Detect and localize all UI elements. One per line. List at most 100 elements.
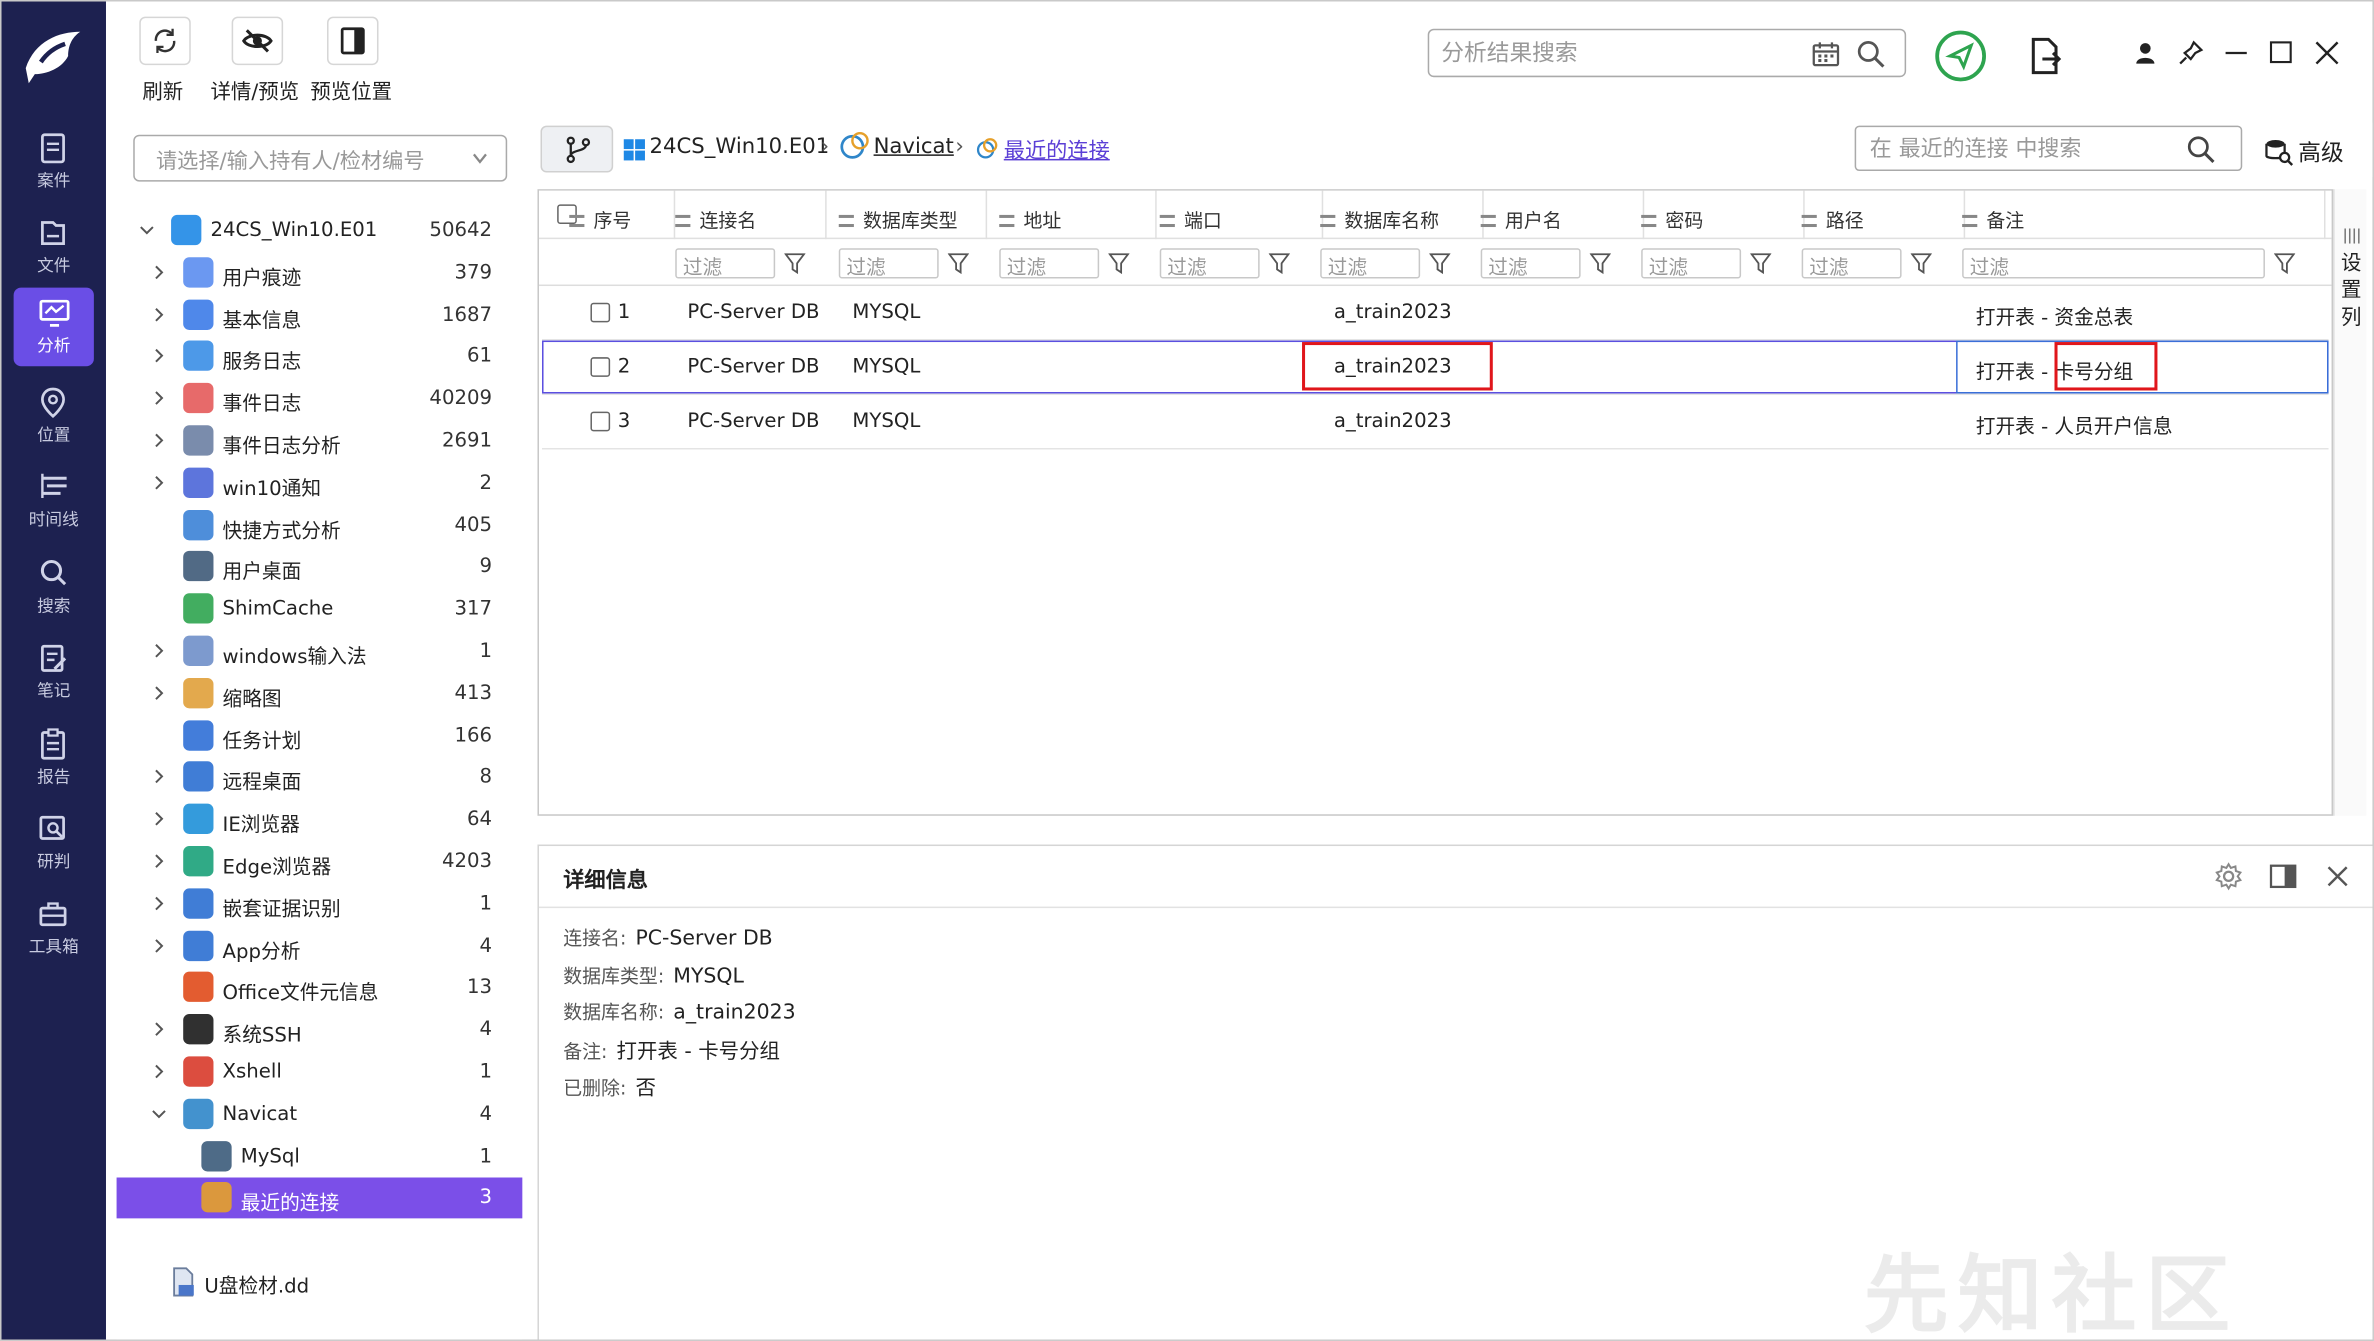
tree-item[interactable]: 用户桌面 9 [117, 547, 523, 588]
tree-item[interactable]: 服务日志 61 [117, 337, 523, 378]
nav-case[interactable]: 案件 [14, 123, 94, 202]
tree-item[interactable]: windows输入法 1 [117, 631, 523, 672]
breadcrumb-item-evidence[interactable]: 24CS_Win10.E01 [650, 135, 830, 159]
table-row[interactable]: 3 PC-Server DB MYSQL a_train2023 打开表 - 人员开户信… [542, 395, 2329, 450]
filter-icon[interactable] [1429, 251, 1451, 275]
user-icon[interactable] [2130, 38, 2160, 68]
chevron-right-icon[interactable] [150, 808, 168, 829]
column-filter[interactable]: 过滤 [999, 248, 1147, 280]
filter-input[interactable]: 过滤 [1320, 248, 1421, 280]
nav-toolbox[interactable]: 工具箱 [14, 888, 94, 967]
column-header[interactable]: 序号 [569, 190, 676, 240]
tree-item[interactable]: Office文件元信息 13 [117, 968, 523, 1009]
filter-input[interactable]: 过滤 [999, 248, 1100, 280]
column-filter[interactable]: 过滤 [838, 248, 987, 280]
branch-view-button[interactable] [540, 125, 614, 173]
filter-input[interactable]: 过滤 [1962, 248, 2265, 280]
preview-position-button[interactable]: 预览位置 [310, 16, 398, 105]
gear-icon[interactable] [2213, 861, 2243, 891]
nav-location[interactable]: 位置 [14, 377, 94, 456]
chevron-right-icon[interactable] [150, 766, 168, 787]
tree-item[interactable]: 远程桌面 8 [117, 757, 523, 798]
filter-icon[interactable] [784, 251, 806, 275]
filter-input[interactable]: 过滤 [675, 248, 776, 280]
chevron-right-icon[interactable] [150, 304, 168, 325]
filter-icon[interactable] [1750, 251, 1772, 275]
chevron-right-icon[interactable] [150, 388, 168, 409]
column-header[interactable]: 路径 [1801, 190, 1966, 240]
tree-item[interactable]: 快捷方式分析 405 [117, 505, 523, 546]
nav-search[interactable]: 搜索 [14, 548, 94, 627]
tree-item[interactable]: MySql 1 [117, 1136, 523, 1177]
nav-timeline[interactable]: 时间线 [14, 462, 94, 541]
filter-icon[interactable] [947, 251, 969, 275]
filter-input[interactable]: 过滤 [838, 248, 939, 280]
nav-research[interactable]: 研判 [14, 804, 94, 883]
tree-item[interactable]: Edge浏览器 4203 [117, 842, 523, 883]
tree-item[interactable]: App分析 4 [117, 926, 523, 967]
tree-item[interactable]: 事件日志分析 2691 [117, 421, 523, 462]
tree-item[interactable]: 用户痕迹 379 [117, 252, 523, 293]
column-header[interactable]: 密码 [1641, 190, 1805, 240]
tree-item[interactable]: ShimCache 317 [117, 589, 523, 630]
filter-icon[interactable] [1108, 251, 1130, 275]
tree-item[interactable]: 基本信息 1687 [117, 295, 523, 336]
column-header[interactable]: 用户名 [1480, 190, 1645, 240]
table-search-input[interactable] [1869, 134, 2173, 165]
pin-icon[interactable] [2176, 38, 2206, 68]
filter-input[interactable]: 过滤 [1159, 248, 1260, 280]
calendar-icon[interactable] [1811, 39, 1841, 69]
chevron-right-icon[interactable] [150, 1061, 168, 1082]
filter-input[interactable]: 过滤 [1801, 248, 1902, 280]
column-header[interactable]: 地址 [999, 190, 1157, 240]
nav-note[interactable]: 笔记 [14, 633, 94, 712]
chevron-right-icon[interactable] [150, 346, 168, 367]
chevron-down-icon[interactable] [150, 1103, 168, 1124]
search-icon[interactable] [1856, 39, 1886, 69]
nav-file[interactable]: 文件 [14, 207, 94, 286]
column-filter[interactable]: 过滤 [675, 248, 823, 280]
tree-item[interactable]: 缩略图 413 [117, 673, 523, 714]
evidence-file-item[interactable]: U盘检材.dd [171, 1264, 474, 1300]
filter-input[interactable]: 过滤 [1480, 248, 1581, 280]
refresh-button[interactable]: 刷新 [138, 16, 193, 105]
row-checkbox[interactable] [590, 357, 611, 377]
chevron-right-icon[interactable] [150, 640, 168, 661]
chevron-right-icon[interactable] [150, 935, 168, 956]
column-header[interactable]: 数据库名称 [1320, 190, 1484, 240]
column-header[interactable]: 数据库类型 [838, 190, 988, 240]
column-filter[interactable]: 过滤 [1801, 248, 1950, 280]
row-checkbox[interactable] [590, 302, 611, 323]
breadcrumb-item-navicat[interactable]: Navicat [874, 135, 954, 159]
locate-send-icon[interactable] [1933, 29, 1988, 83]
chevron-right-icon[interactable] [150, 430, 168, 451]
tree-item[interactable]: 嵌套证据识别 1 [117, 884, 523, 925]
tree-item[interactable]: win10通知 2 [117, 463, 523, 504]
column-header[interactable]: 端口 [1159, 190, 1324, 240]
nav-analysis[interactable]: 分析 [13, 287, 94, 367]
table-row[interactable]: 1 PC-Server DB MYSQL a_train2023 打开表 - 资金总表 [542, 286, 2329, 341]
filter-icon[interactable] [1589, 251, 1611, 275]
filter-input[interactable]: 过滤 [1641, 248, 1742, 280]
chevron-right-icon[interactable] [150, 472, 168, 493]
filter-icon[interactable] [1910, 251, 1932, 275]
chevron-right-icon[interactable] [150, 262, 168, 283]
chevron-right-icon[interactable] [150, 1019, 168, 1040]
chevron-down-icon[interactable] [138, 219, 156, 240]
table-search-box[interactable] [1854, 125, 2243, 172]
detail-preview-button[interactable]: 详情/预览 [210, 16, 307, 105]
chevron-right-icon[interactable] [150, 893, 168, 914]
column-header[interactable]: 备注 [1962, 190, 2326, 240]
evidence-selector[interactable]: 请选择/输入持有人/检材编号 [133, 134, 508, 182]
advanced-search-button[interactable]: 高级 [2263, 132, 2354, 168]
search-icon[interactable] [2186, 135, 2216, 165]
tree-item[interactable]: 系统SSH 4 [117, 1010, 523, 1051]
tree-item[interactable]: Xshell 1 [117, 1052, 523, 1093]
row-checkbox[interactable] [590, 411, 611, 432]
filter-icon[interactable] [1268, 251, 1290, 275]
column-filter[interactable]: 过滤 [1480, 248, 1629, 280]
column-filter[interactable]: 过滤 [1320, 248, 1468, 280]
tree-item[interactable]: 事件日志 40209 [117, 379, 523, 420]
nav-report[interactable]: 报告 [14, 719, 94, 798]
close-icon[interactable] [2312, 38, 2342, 68]
